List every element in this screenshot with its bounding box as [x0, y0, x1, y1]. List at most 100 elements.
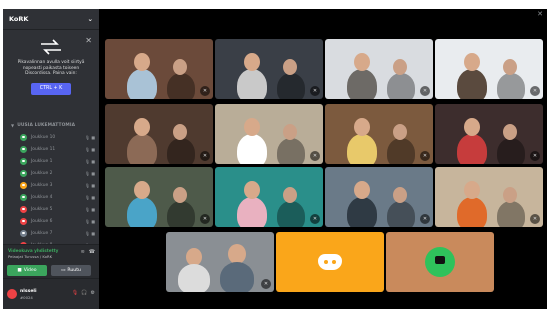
user-status-icons: 🎙 ■: [84, 218, 95, 224]
participant-head: [244, 118, 260, 136]
participant-figure: [347, 197, 377, 227]
participant-head: [228, 244, 246, 264]
user-name: Joukkue 6: [31, 218, 53, 224]
channel-category[interactable]: ▼ UUSIA LUKEMATTOMIA: [3, 117, 99, 131]
mute-microphone-icon: ✕: [200, 151, 210, 161]
voice-user-row[interactable]: Joukkue 7 🎙 ■: [3, 227, 99, 239]
voice-user-row[interactable]: Joukkue 6 🎙 ■: [3, 215, 99, 227]
video-tile[interactable]: ✕: [215, 167, 323, 227]
user-name: Joukkue 5: [31, 206, 53, 212]
user-tag: #0024: [20, 295, 33, 300]
participant-head: [283, 124, 297, 140]
promo-text: Pikavalinnan avulla voit siirtyä nopeast…: [17, 60, 85, 77]
video-tile[interactable]: ✕: [435, 39, 543, 99]
chevron-down-icon: ⌄: [87, 15, 93, 23]
voice-user-row[interactable]: Joukkue 3 🎙 ■: [3, 179, 99, 191]
video-tile[interactable]: ✕: [435, 104, 543, 164]
mute-microphone-icon: ✕: [310, 214, 320, 224]
video-feed: [105, 39, 213, 99]
gear-icon[interactable]: ⚙: [91, 290, 95, 296]
participant-head: [283, 59, 297, 75]
voice-user-row[interactable]: Joukkue 11 🎙 ■: [3, 143, 99, 155]
video-feed: [215, 167, 323, 227]
video-tile[interactable]: ✕: [105, 39, 213, 99]
video-tile[interactable]: ✕: [325, 39, 433, 99]
avatar: [20, 193, 27, 201]
video-feed: [166, 232, 274, 292]
server-header[interactable]: KoRK ⌄: [3, 9, 99, 30]
video-tile[interactable]: ✕: [435, 167, 543, 227]
participant-head: [464, 181, 480, 199]
video-tile[interactable]: ✕: [215, 104, 323, 164]
avatar: [20, 169, 27, 177]
participant-figure: [457, 134, 487, 164]
user-status-icons: 🎙 ■: [84, 206, 95, 212]
voice-user-row[interactable]: Joukkue 4 🎙 ■: [3, 191, 99, 203]
video-tile[interactable]: ✕: [105, 167, 213, 227]
close-icon[interactable]: ✕: [85, 36, 92, 45]
avatar-placeholder-tile[interactable]: [386, 232, 494, 292]
video-grid: ✕ ✕ ✕ ✕ ✕ ✕ ✕ ✕ ✕ ✕ ✕ ✕ ✕: [99, 9, 547, 309]
video-tile[interactable]: ✕: [215, 39, 323, 99]
avatar[interactable]: [7, 289, 17, 299]
video-button[interactable]: ■ Video: [7, 265, 47, 276]
participant-head: [354, 118, 370, 136]
participant-figure: [277, 73, 305, 99]
video-feed: [435, 167, 543, 227]
video-feed: [325, 167, 433, 227]
participant-head: [503, 59, 517, 75]
mute-microphone-icon: ✕: [310, 151, 320, 161]
discord-window: ✕ KoRK ⌄ ✕ Pikavalinnan avulla voit siir…: [3, 9, 547, 309]
mute-microphone-icon: ✕: [420, 214, 430, 224]
sidebar: KoRK ⌄ ✕ Pikavalinnan avulla voit siirty…: [3, 9, 99, 309]
video-tile[interactable]: ✕: [166, 232, 274, 292]
participant-head: [393, 187, 407, 203]
participant-head: [503, 124, 517, 140]
screen-label: Ruutu: [67, 268, 81, 273]
participant-figure: [127, 69, 157, 99]
user-name: Joukkue 4: [31, 194, 53, 200]
participant-head: [134, 181, 150, 199]
participant-figure: [237, 197, 267, 227]
participant-figure: [277, 201, 305, 227]
participant-head: [173, 59, 187, 75]
avatar: [20, 157, 27, 165]
screen-share-button[interactable]: ▭ Ruutu: [51, 265, 91, 276]
voice-user-row[interactable]: Joukkue 2 🎙 ■: [3, 167, 99, 179]
participant-head: [464, 118, 480, 136]
user-status-icons: 🎙 ■: [84, 230, 95, 236]
voice-user-row[interactable]: Joukkue 1 🎙 ■: [3, 155, 99, 167]
avatar: [20, 181, 27, 189]
voice-user-row[interactable]: Joukkue 5 🎙 ■: [3, 203, 99, 215]
video-feed: [105, 104, 213, 164]
video-feed: [435, 104, 543, 164]
participant-figure: [457, 69, 487, 99]
quick-switcher-promo: ✕ Pikavalinnan avulla voit siirtyä nopea…: [7, 36, 95, 112]
noise-suppression-icon[interactable]: ≋: [81, 249, 85, 255]
disconnect-icon[interactable]: ☎: [89, 249, 95, 255]
user-status-icons: 🎙 ■: [84, 134, 95, 140]
video-feed: [215, 104, 323, 164]
participant-head: [134, 53, 150, 71]
video-tile[interactable]: ✕: [325, 104, 433, 164]
user-name: Joukkue 10: [31, 134, 56, 140]
headphones-icon[interactable]: 🎧: [81, 290, 87, 296]
user-status-icons: 🎙 ■: [84, 170, 95, 176]
avatar: [20, 217, 27, 225]
avatar: [20, 229, 27, 237]
participant-figure: [167, 73, 195, 99]
video-tile[interactable]: ✕: [325, 167, 433, 227]
discord-placeholder-tile[interactable]: [276, 232, 384, 292]
participant-figure: [167, 201, 195, 227]
voice-user-row[interactable]: Joukkue 10 🎙 ■: [3, 131, 99, 143]
mute-microphone-icon[interactable]: 🎙: [72, 290, 78, 296]
participant-figure: [127, 134, 157, 164]
video-feed: [325, 39, 433, 99]
avatar: [20, 145, 27, 153]
mute-microphone-icon: ✕: [310, 86, 320, 96]
participant-figure: [277, 138, 305, 164]
participant-figure: [497, 73, 525, 99]
shortcut-button[interactable]: CTRL + K: [31, 82, 71, 95]
server-name: KoRK: [9, 15, 29, 23]
video-tile[interactable]: ✕: [105, 104, 213, 164]
